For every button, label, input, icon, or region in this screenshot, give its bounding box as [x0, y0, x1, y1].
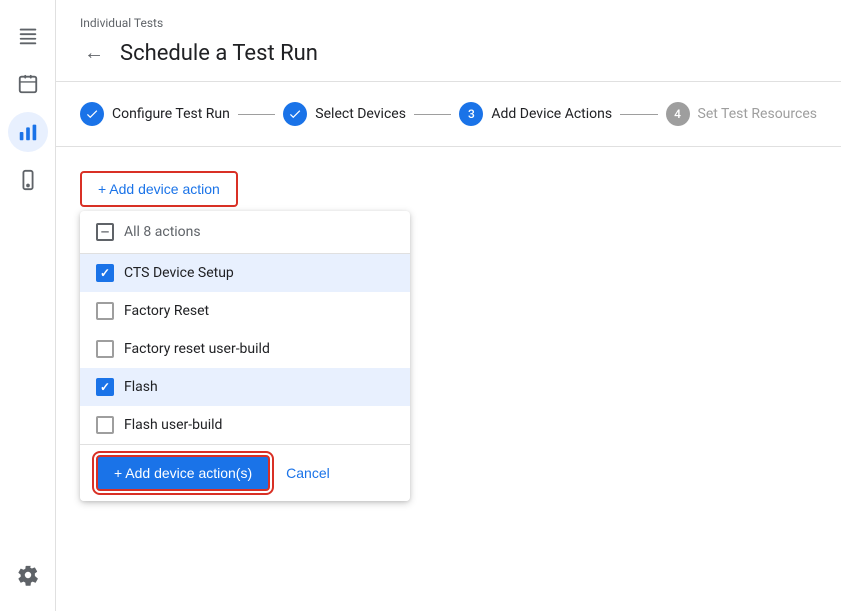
- dropdown-footer: + Add device action(s) Cancel: [80, 444, 410, 501]
- factory-reset-label: Factory Reset: [124, 303, 209, 319]
- step-add-device-actions: 3 Add Device Actions: [459, 102, 612, 126]
- main-content: Individual Tests ← Schedule a Test Run C…: [56, 0, 841, 611]
- step-3-label: Add Device Actions: [491, 106, 612, 122]
- select-all-checkbox[interactable]: [96, 223, 114, 241]
- sidebar-icon-calendar[interactable]: [8, 64, 48, 104]
- flash-userbuild-checkbox[interactable]: [96, 416, 114, 434]
- step-2-circle: [283, 102, 307, 126]
- step-3-circle: 3: [459, 102, 483, 126]
- cts-checkbox[interactable]: [96, 264, 114, 282]
- page-title: Schedule a Test Run: [120, 41, 318, 66]
- content-area: + Add device action All 8 actions CTS De…: [56, 147, 841, 611]
- factory-reset-checkbox[interactable]: [96, 302, 114, 320]
- sidebar-icon-settings[interactable]: [8, 555, 48, 595]
- step-select-devices: Select Devices: [283, 102, 406, 126]
- action-item-flash-userbuild[interactable]: Flash user-build: [80, 406, 410, 444]
- factory-reset-userbuild-label: Factory reset user-build: [124, 341, 270, 357]
- back-button[interactable]: ←: [80, 38, 108, 69]
- step-4-circle: 4: [666, 102, 690, 126]
- dropdown-header[interactable]: All 8 actions: [80, 211, 410, 254]
- breadcrumb: Individual Tests: [80, 16, 817, 30]
- sidebar: [0, 0, 56, 611]
- connector-1: [238, 114, 275, 115]
- action-dropdown: All 8 actions CTS Device Setup Factory R…: [80, 211, 410, 501]
- flash-checkbox[interactable]: [96, 378, 114, 396]
- step-4-label: Set Test Resources: [698, 106, 817, 122]
- page-header: Individual Tests ← Schedule a Test Run: [56, 0, 841, 82]
- step-2-label: Select Devices: [315, 106, 406, 122]
- stepper: Configure Test Run Select Devices 3 Add …: [56, 82, 841, 147]
- step-1-label: Configure Test Run: [112, 106, 230, 122]
- sidebar-icon-list[interactable]: [8, 16, 48, 56]
- factory-reset-userbuild-checkbox[interactable]: [96, 340, 114, 358]
- action-item-flash[interactable]: Flash: [80, 368, 410, 406]
- flash-userbuild-label: Flash user-build: [124, 417, 222, 433]
- add-device-action-button[interactable]: + Add device action: [80, 171, 238, 207]
- add-device-actions-button[interactable]: + Add device action(s): [96, 455, 270, 491]
- action-item-factory-reset[interactable]: Factory Reset: [80, 292, 410, 330]
- step-set-test-resources: 4 Set Test Resources: [666, 102, 817, 126]
- sidebar-icon-chart[interactable]: [8, 112, 48, 152]
- flash-label: Flash: [124, 379, 158, 395]
- connector-3: [620, 114, 657, 115]
- step-configure: Configure Test Run: [80, 102, 230, 126]
- all-actions-label: All 8 actions: [124, 224, 201, 240]
- action-item-cts[interactable]: CTS Device Setup: [80, 254, 410, 292]
- sidebar-icon-phone[interactable]: [8, 160, 48, 200]
- action-item-factory-reset-userbuild[interactable]: Factory reset user-build: [80, 330, 410, 368]
- cts-label: CTS Device Setup: [124, 265, 234, 281]
- connector-2: [414, 114, 451, 115]
- step-1-circle: [80, 102, 104, 126]
- action-list: CTS Device Setup Factory Reset Factory r…: [80, 254, 410, 444]
- cancel-button[interactable]: Cancel: [282, 457, 334, 489]
